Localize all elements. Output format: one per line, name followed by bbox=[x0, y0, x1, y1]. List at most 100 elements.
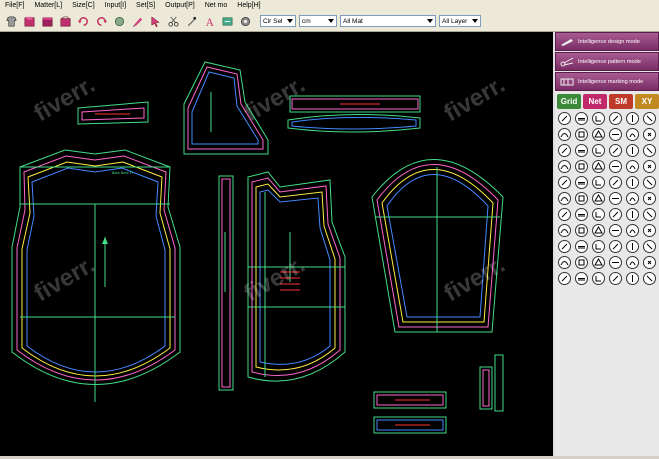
cuff-pattern-piece[interactable] bbox=[373, 391, 447, 434]
pattern-canvas[interactable]: Back Neck Ft fiverr. fiverr. fiverr. fiv… bbox=[0, 32, 553, 456]
tool-button-54[interactable] bbox=[643, 240, 656, 253]
tool-button-20[interactable] bbox=[575, 160, 588, 173]
books-icon[interactable] bbox=[22, 14, 36, 28]
tab-net[interactable]: Net bbox=[583, 94, 607, 109]
tool-button-53[interactable] bbox=[626, 240, 639, 253]
tool-button-34[interactable] bbox=[609, 192, 622, 205]
marker-icon[interactable] bbox=[130, 14, 144, 28]
tool-button-42[interactable] bbox=[643, 208, 656, 221]
intelligence-marking-mode-button[interactable]: Intelligence marking mode bbox=[555, 72, 659, 91]
tool-button-64[interactable] bbox=[609, 272, 622, 285]
tool-button-38[interactable] bbox=[575, 208, 588, 221]
tool-button-33[interactable] bbox=[592, 192, 605, 205]
tool-button-32[interactable] bbox=[575, 192, 588, 205]
unit-dropdown[interactable]: cm bbox=[299, 15, 337, 27]
size-icon[interactable] bbox=[220, 14, 234, 28]
text-icon[interactable]: A bbox=[202, 14, 216, 28]
tool-button-56[interactable] bbox=[575, 256, 588, 269]
loop-pattern-piece[interactable] bbox=[479, 354, 504, 412]
tool-button-21[interactable] bbox=[592, 160, 605, 173]
tool-button-45[interactable] bbox=[592, 224, 605, 237]
tool-button-28[interactable] bbox=[609, 176, 622, 189]
tool-button-2[interactable] bbox=[575, 112, 588, 125]
tool-button-44[interactable] bbox=[575, 224, 588, 237]
scissors-icon[interactable] bbox=[166, 14, 180, 28]
tool-button-52[interactable] bbox=[609, 240, 622, 253]
tool-button-35[interactable] bbox=[626, 192, 639, 205]
tool-button-30[interactable] bbox=[643, 176, 656, 189]
tool-button-39[interactable] bbox=[592, 208, 605, 221]
tool-button-19[interactable] bbox=[558, 160, 571, 173]
tool-button-27[interactable] bbox=[592, 176, 605, 189]
tool-button-46[interactable] bbox=[609, 224, 622, 237]
menu-size[interactable]: Size[C] bbox=[67, 2, 100, 9]
menu-output[interactable]: Output[P] bbox=[160, 2, 200, 9]
tool-button-66[interactable] bbox=[643, 272, 656, 285]
tool-button-43[interactable] bbox=[558, 224, 571, 237]
tool-button-55[interactable] bbox=[558, 256, 571, 269]
undo-icon[interactable] bbox=[76, 14, 90, 28]
menu-file[interactable]: File[F] bbox=[0, 2, 29, 9]
redo-icon[interactable] bbox=[94, 14, 108, 28]
tool-button-37[interactable] bbox=[558, 208, 571, 221]
tool-button-18[interactable] bbox=[643, 144, 656, 157]
tool-button-31[interactable] bbox=[558, 192, 571, 205]
tool-button-11[interactable] bbox=[626, 128, 639, 141]
brush-icon[interactable] bbox=[184, 14, 198, 28]
tool-button-57[interactable] bbox=[592, 256, 605, 269]
tool-button-65[interactable] bbox=[626, 272, 639, 285]
menu-matter[interactable]: Matter[L] bbox=[29, 2, 67, 9]
tool-button-7[interactable] bbox=[558, 128, 571, 141]
intelligence-pattern-mode-button[interactable]: Intelligence pattern mode bbox=[555, 52, 659, 71]
tool-button-3[interactable] bbox=[592, 112, 605, 125]
tool-button-10[interactable] bbox=[609, 128, 622, 141]
tool-button-62[interactable] bbox=[575, 272, 588, 285]
placket-pattern-piece[interactable] bbox=[218, 175, 234, 391]
tool-button-40[interactable] bbox=[609, 208, 622, 221]
tool-button-25[interactable] bbox=[558, 176, 571, 189]
circle-icon[interactable] bbox=[112, 14, 126, 28]
tool-button-51[interactable] bbox=[592, 240, 605, 253]
tool-button-8[interactable] bbox=[575, 128, 588, 141]
intelligence-design-mode-button[interactable]: Intelligence design mode bbox=[555, 32, 659, 51]
pocket-pattern-piece[interactable] bbox=[77, 101, 149, 125]
tool-button-24[interactable] bbox=[643, 160, 656, 173]
layer-dropdown[interactable]: All Layer bbox=[439, 15, 481, 27]
tool-button-41[interactable] bbox=[626, 208, 639, 221]
tool-button-47[interactable] bbox=[626, 224, 639, 237]
tool-button-36[interactable] bbox=[643, 192, 656, 205]
collar-pattern-piece[interactable] bbox=[287, 95, 421, 133]
tab-sm[interactable]: SM bbox=[609, 94, 633, 109]
tool-button-23[interactable] bbox=[626, 160, 639, 173]
menu-help[interactable]: Help[H] bbox=[232, 2, 265, 9]
pointer-icon[interactable] bbox=[148, 14, 162, 28]
tool-button-16[interactable] bbox=[609, 144, 622, 157]
tool-button-29[interactable] bbox=[626, 176, 639, 189]
material-dropdown[interactable]: All Mat bbox=[340, 15, 436, 27]
menu-input[interactable]: Input[I] bbox=[100, 2, 131, 9]
tool-button-4[interactable] bbox=[609, 112, 622, 125]
tab-grid[interactable]: Grid bbox=[557, 94, 581, 109]
tool-button-26[interactable] bbox=[575, 176, 588, 189]
menu-net-mode[interactable]: Net mo bbox=[200, 2, 233, 9]
fabric-icon[interactable] bbox=[40, 14, 54, 28]
tool-button-14[interactable] bbox=[575, 144, 588, 157]
garment-icon[interactable] bbox=[4, 14, 18, 28]
tool-button-59[interactable] bbox=[626, 256, 639, 269]
clr-sel-dropdown[interactable]: Clr Sel bbox=[260, 15, 296, 27]
tool-button-13[interactable] bbox=[558, 144, 571, 157]
sleeve-pattern-piece[interactable] bbox=[371, 159, 504, 333]
tool-button-63[interactable] bbox=[592, 272, 605, 285]
tool-button-48[interactable] bbox=[643, 224, 656, 237]
open-icon[interactable] bbox=[58, 14, 72, 28]
tool-button-5[interactable] bbox=[626, 112, 639, 125]
tool-button-17[interactable] bbox=[626, 144, 639, 157]
menu-set[interactable]: Set[S] bbox=[131, 2, 160, 9]
tool-button-12[interactable] bbox=[643, 128, 656, 141]
tab-xy[interactable]: XY bbox=[635, 94, 659, 109]
settings-icon[interactable] bbox=[238, 14, 252, 28]
tool-button-58[interactable] bbox=[609, 256, 622, 269]
tool-button-49[interactable] bbox=[558, 240, 571, 253]
tool-button-60[interactable] bbox=[643, 256, 656, 269]
tool-button-50[interactable] bbox=[575, 240, 588, 253]
